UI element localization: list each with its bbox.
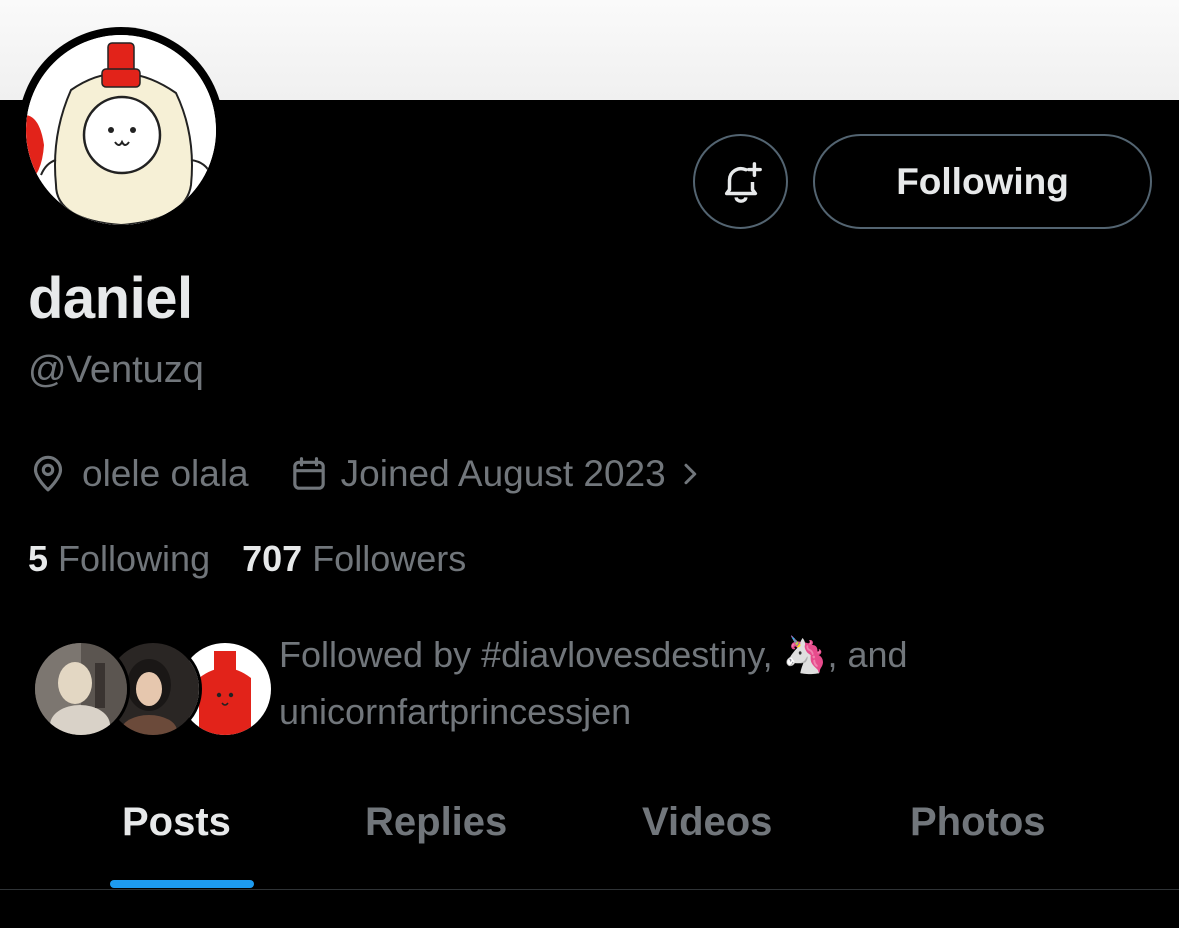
followed-by-suffix: , and [827, 634, 908, 675]
tab-replies[interactable]: Replies [365, 800, 507, 845]
tab-photos[interactable]: Photos [910, 800, 1046, 845]
profile-tabs: Posts Replies Videos Photos [0, 790, 1179, 890]
chevron-right-icon[interactable] [678, 459, 704, 489]
avatar-illustration [26, 35, 216, 225]
calendar-icon [289, 454, 329, 494]
followers-link[interactable]: 707 Followers [242, 538, 466, 580]
map-pin-icon [28, 454, 68, 494]
followers-label: Followers [302, 538, 467, 579]
tab-posts[interactable]: Posts [122, 800, 231, 845]
followers-count: 707 [242, 538, 303, 579]
location-text: olele olala [82, 453, 249, 494]
profile-meta: olele olala Joined August 2023 [28, 452, 704, 496]
tabs-divider [0, 889, 1179, 890]
followed-by-last: unicornfartprincessjen [279, 691, 632, 732]
followed-by-prefix: Followed by #diavlovesdestiny, [279, 634, 783, 675]
joined-date[interactable]: Joined August 2023 [341, 453, 666, 495]
follower-avatar [32, 640, 130, 738]
following-label: Following [48, 538, 211, 579]
unicorn-emoji: 🦄 [782, 634, 828, 675]
notifications-button[interactable] [693, 134, 788, 229]
handle: @Ventuzq [28, 349, 204, 391]
following-button[interactable]: Following [813, 134, 1152, 229]
following-link[interactable]: 5 Following [28, 538, 210, 580]
bell-plus-icon [724, 161, 762, 203]
followed-by-text[interactable]: Followed by #diavlovesdestiny, 🦄, and un… [279, 626, 1039, 740]
followers-you-know-avatars[interactable] [32, 640, 274, 738]
active-tab-indicator [110, 880, 254, 888]
following-count: 5 [28, 538, 49, 579]
tab-videos[interactable]: Videos [642, 800, 772, 845]
profile-avatar[interactable] [18, 27, 224, 233]
display-name: daniel [28, 266, 193, 331]
follow-counts: 5 Following 707 Followers [28, 538, 466, 580]
